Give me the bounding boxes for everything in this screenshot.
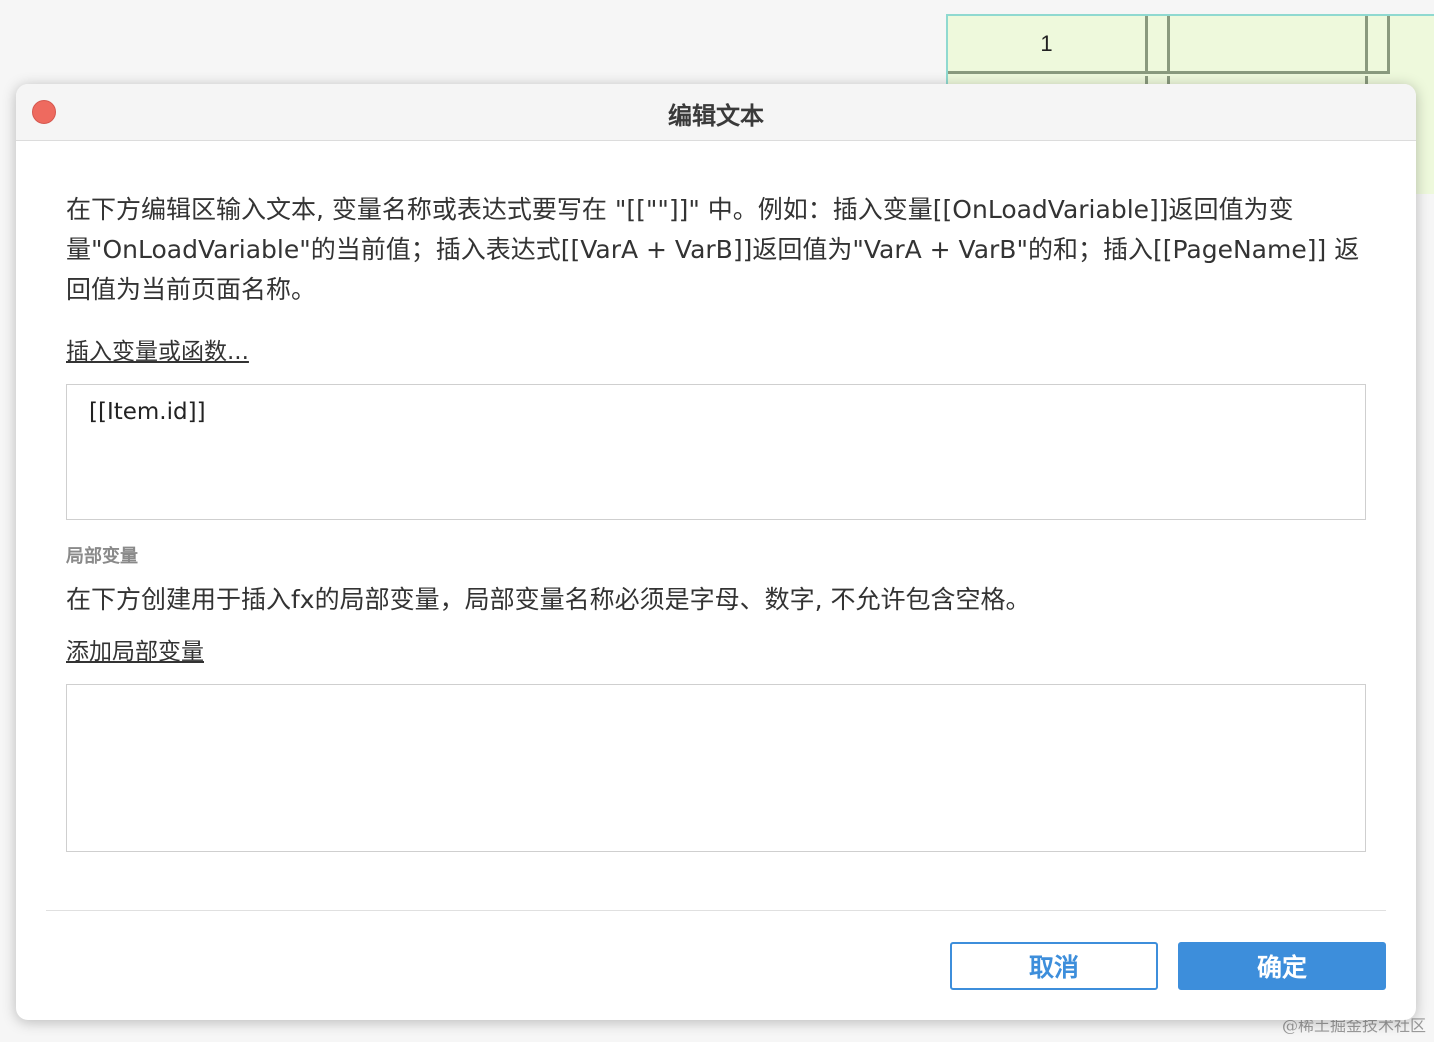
dialog-titlebar: 编辑文本 [16,84,1416,141]
footer-divider [46,910,1386,911]
table-cell [1148,16,1170,74]
dialog-title: 编辑文本 [668,102,764,130]
table-cell: 1 [948,16,1148,74]
instructions-text: 在下方编辑区输入文本, 变量名称或表达式要写在 "[[""]]" 中。例如：插入… [66,195,1360,304]
insert-variable-link[interactable]: 插入变量或函数... [66,332,249,366]
local-vars-description: 在下方创建用于插入fx的局部变量，局部变量名称必须是字母、数字, 不允许包含空格… [66,585,1031,614]
text-editor-value: [[Item.id]] [89,399,206,425]
cancel-button[interactable]: 取消 [950,942,1158,990]
add-local-variable-link[interactable]: 添加局部变量 [66,632,204,666]
text-editor[interactable]: [[Item.id]] [66,384,1366,520]
table-cell [1170,16,1368,74]
confirm-button[interactable]: 确定 [1178,942,1386,990]
edit-text-dialog: 编辑文本 在下方编辑区输入文本, 变量名称或表达式要写在 "[[""]]" 中。… [16,84,1416,1020]
table-cell [1368,16,1390,74]
local-variables-list[interactable] [66,684,1366,852]
local-vars-heading: 局部变量 [66,546,138,567]
